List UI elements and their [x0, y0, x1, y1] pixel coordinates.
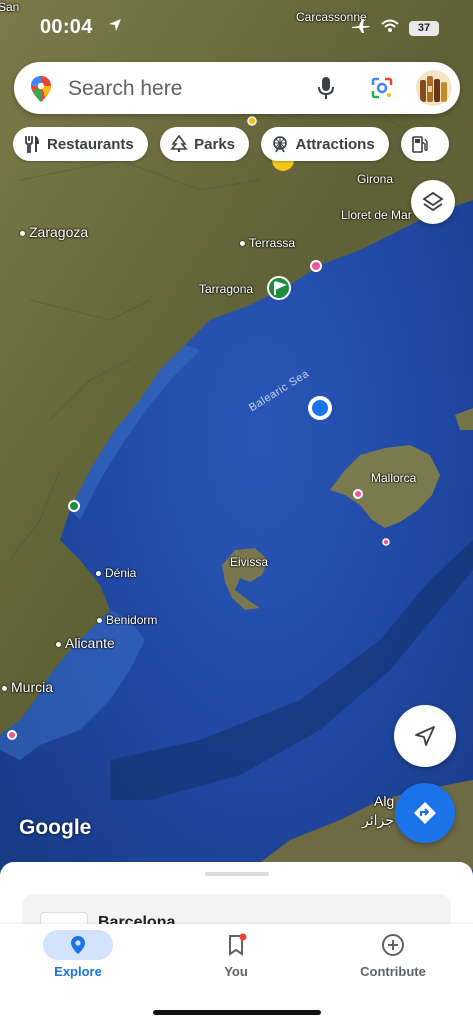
chip-parks-label: Parks	[194, 135, 236, 153]
chip-restaurants[interactable]: Restaurants	[13, 127, 148, 161]
nav-you[interactable]: You	[176, 930, 296, 979]
explore-pin-icon	[43, 930, 113, 960]
map-label-algiers: Alg	[374, 793, 395, 809]
map-label-zaragoza: Zaragoza	[20, 224, 88, 240]
google-attribution: Google	[19, 816, 92, 839]
maps-pin-logo-icon	[30, 75, 52, 108]
map-label-terrassa: Terrassa	[240, 236, 295, 250]
map-label-mallorca: Mallorca	[371, 471, 417, 485]
chip-attractions[interactable]: Attractions	[261, 127, 389, 161]
map-label-benidorm: Benidorm	[97, 613, 157, 627]
status-bar: 00:04 37	[0, 0, 473, 52]
nav-contribute[interactable]: Contribute	[333, 930, 453, 979]
category-chips: Restaurants Parks Attractions	[13, 127, 473, 163]
directions-button[interactable]	[395, 783, 455, 843]
chip-restaurants-label: Restaurants	[47, 135, 134, 153]
nav-you-label: You	[224, 964, 248, 979]
chip-parks[interactable]: Parks	[160, 127, 250, 161]
wifi-icon	[381, 19, 399, 38]
ferris-wheel-icon	[273, 136, 288, 153]
navigation-arrow-icon	[415, 726, 435, 746]
my-location-button[interactable]	[394, 705, 456, 767]
bottom-navigation: Explore You Contribute	[0, 924, 473, 1024]
map-label-alicante: Alicante	[56, 635, 115, 651]
tree-icon	[170, 135, 188, 152]
home-indicator[interactable]	[153, 1010, 321, 1015]
gas-station-icon	[412, 136, 428, 153]
map-label-denia: Dénia	[96, 566, 136, 580]
location-arrow-icon	[108, 18, 122, 37]
microphone-icon[interactable]	[317, 76, 335, 105]
fork-knife-icon	[25, 136, 39, 153]
search-bar[interactable]	[14, 62, 460, 114]
add-circle-icon	[333, 930, 453, 960]
avatar[interactable]	[416, 70, 452, 106]
map-label-murcia: Murcia	[2, 679, 53, 695]
nav-explore[interactable]: Explore	[18, 930, 138, 979]
nav-explore-label: Explore	[54, 964, 102, 979]
map-label-algiers-ar: جزائر	[362, 812, 394, 828]
layers-button[interactable]	[411, 180, 455, 224]
map-label-girona: Girona	[357, 172, 394, 186]
search-input[interactable]	[66, 72, 300, 106]
map-label-eivissa: Eivissa	[230, 555, 269, 569]
sheet-drag-handle[interactable]	[205, 872, 269, 876]
bookmark-icon	[176, 930, 296, 960]
airplane-icon	[351, 18, 371, 39]
battery-icon: 37	[409, 21, 439, 36]
map-label-lloret: Lloret de Mar	[341, 208, 412, 222]
directions-icon	[414, 802, 436, 824]
chip-gas-stations[interactable]	[401, 127, 450, 161]
nav-contribute-label: Contribute	[360, 964, 426, 979]
map-label-tarragona: Tarragona	[199, 282, 254, 296]
chip-attractions-label: Attractions	[295, 135, 375, 153]
google-lens-icon[interactable]	[370, 76, 394, 105]
status-time: 00:04	[40, 16, 93, 38]
layers-icon	[422, 191, 444, 212]
